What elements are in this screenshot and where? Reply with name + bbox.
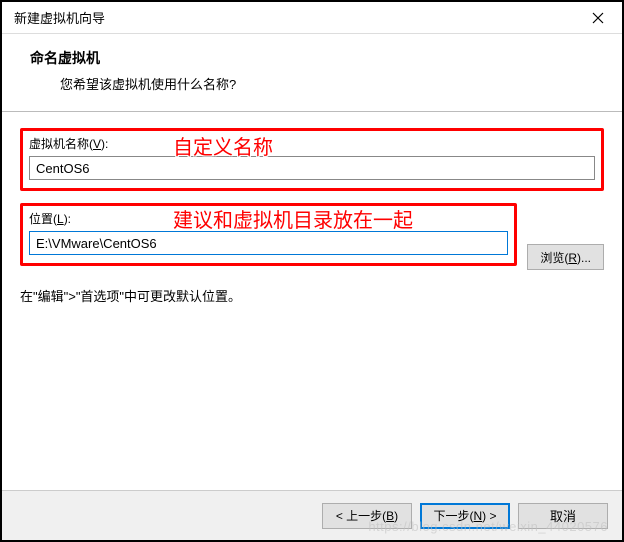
page-title: 命名虚拟机 [30,48,602,68]
vm-location-group: 位置(L): 建议和虚拟机目录放在一起 [20,203,517,266]
annotation-name: 自定义名称 [173,131,273,160]
default-location-hint: 在"编辑">"首选项"中可更改默认位置。 [20,286,604,305]
window-title: 新建虚拟机向导 [14,8,105,27]
wizard-header: 命名虚拟机 您希望该虚拟机使用什么名称? [2,34,622,112]
vm-name-input[interactable] [29,156,595,180]
location-row: 位置(L): 建议和虚拟机目录放在一起 浏览(R)... [20,203,604,278]
vm-name-label: 虚拟机名称(V): [29,135,595,152]
cancel-button[interactable]: 取消 [518,503,608,529]
page-subtitle: 您希望该虚拟机使用什么名称? [30,74,602,93]
browse-button[interactable]: 浏览(R)... [527,244,604,270]
next-button[interactable]: 下一步(N) > [420,503,510,529]
close-button[interactable] [578,4,618,32]
titlebar: 新建虚拟机向导 [2,2,622,34]
vm-name-group: 虚拟机名称(V): 自定义名称 [20,128,604,191]
vm-location-input[interactable] [29,231,508,255]
back-button[interactable]: < 上一步(B) [322,503,412,529]
annotation-location: 建议和虚拟机目录放在一起 [173,204,413,233]
close-icon [592,12,604,24]
wizard-footer: < 上一步(B) 下一步(N) > 取消 [2,490,622,540]
content-area: 虚拟机名称(V): 自定义名称 位置(L): 建议和虚拟机目录放在一起 浏览(R… [2,112,622,311]
